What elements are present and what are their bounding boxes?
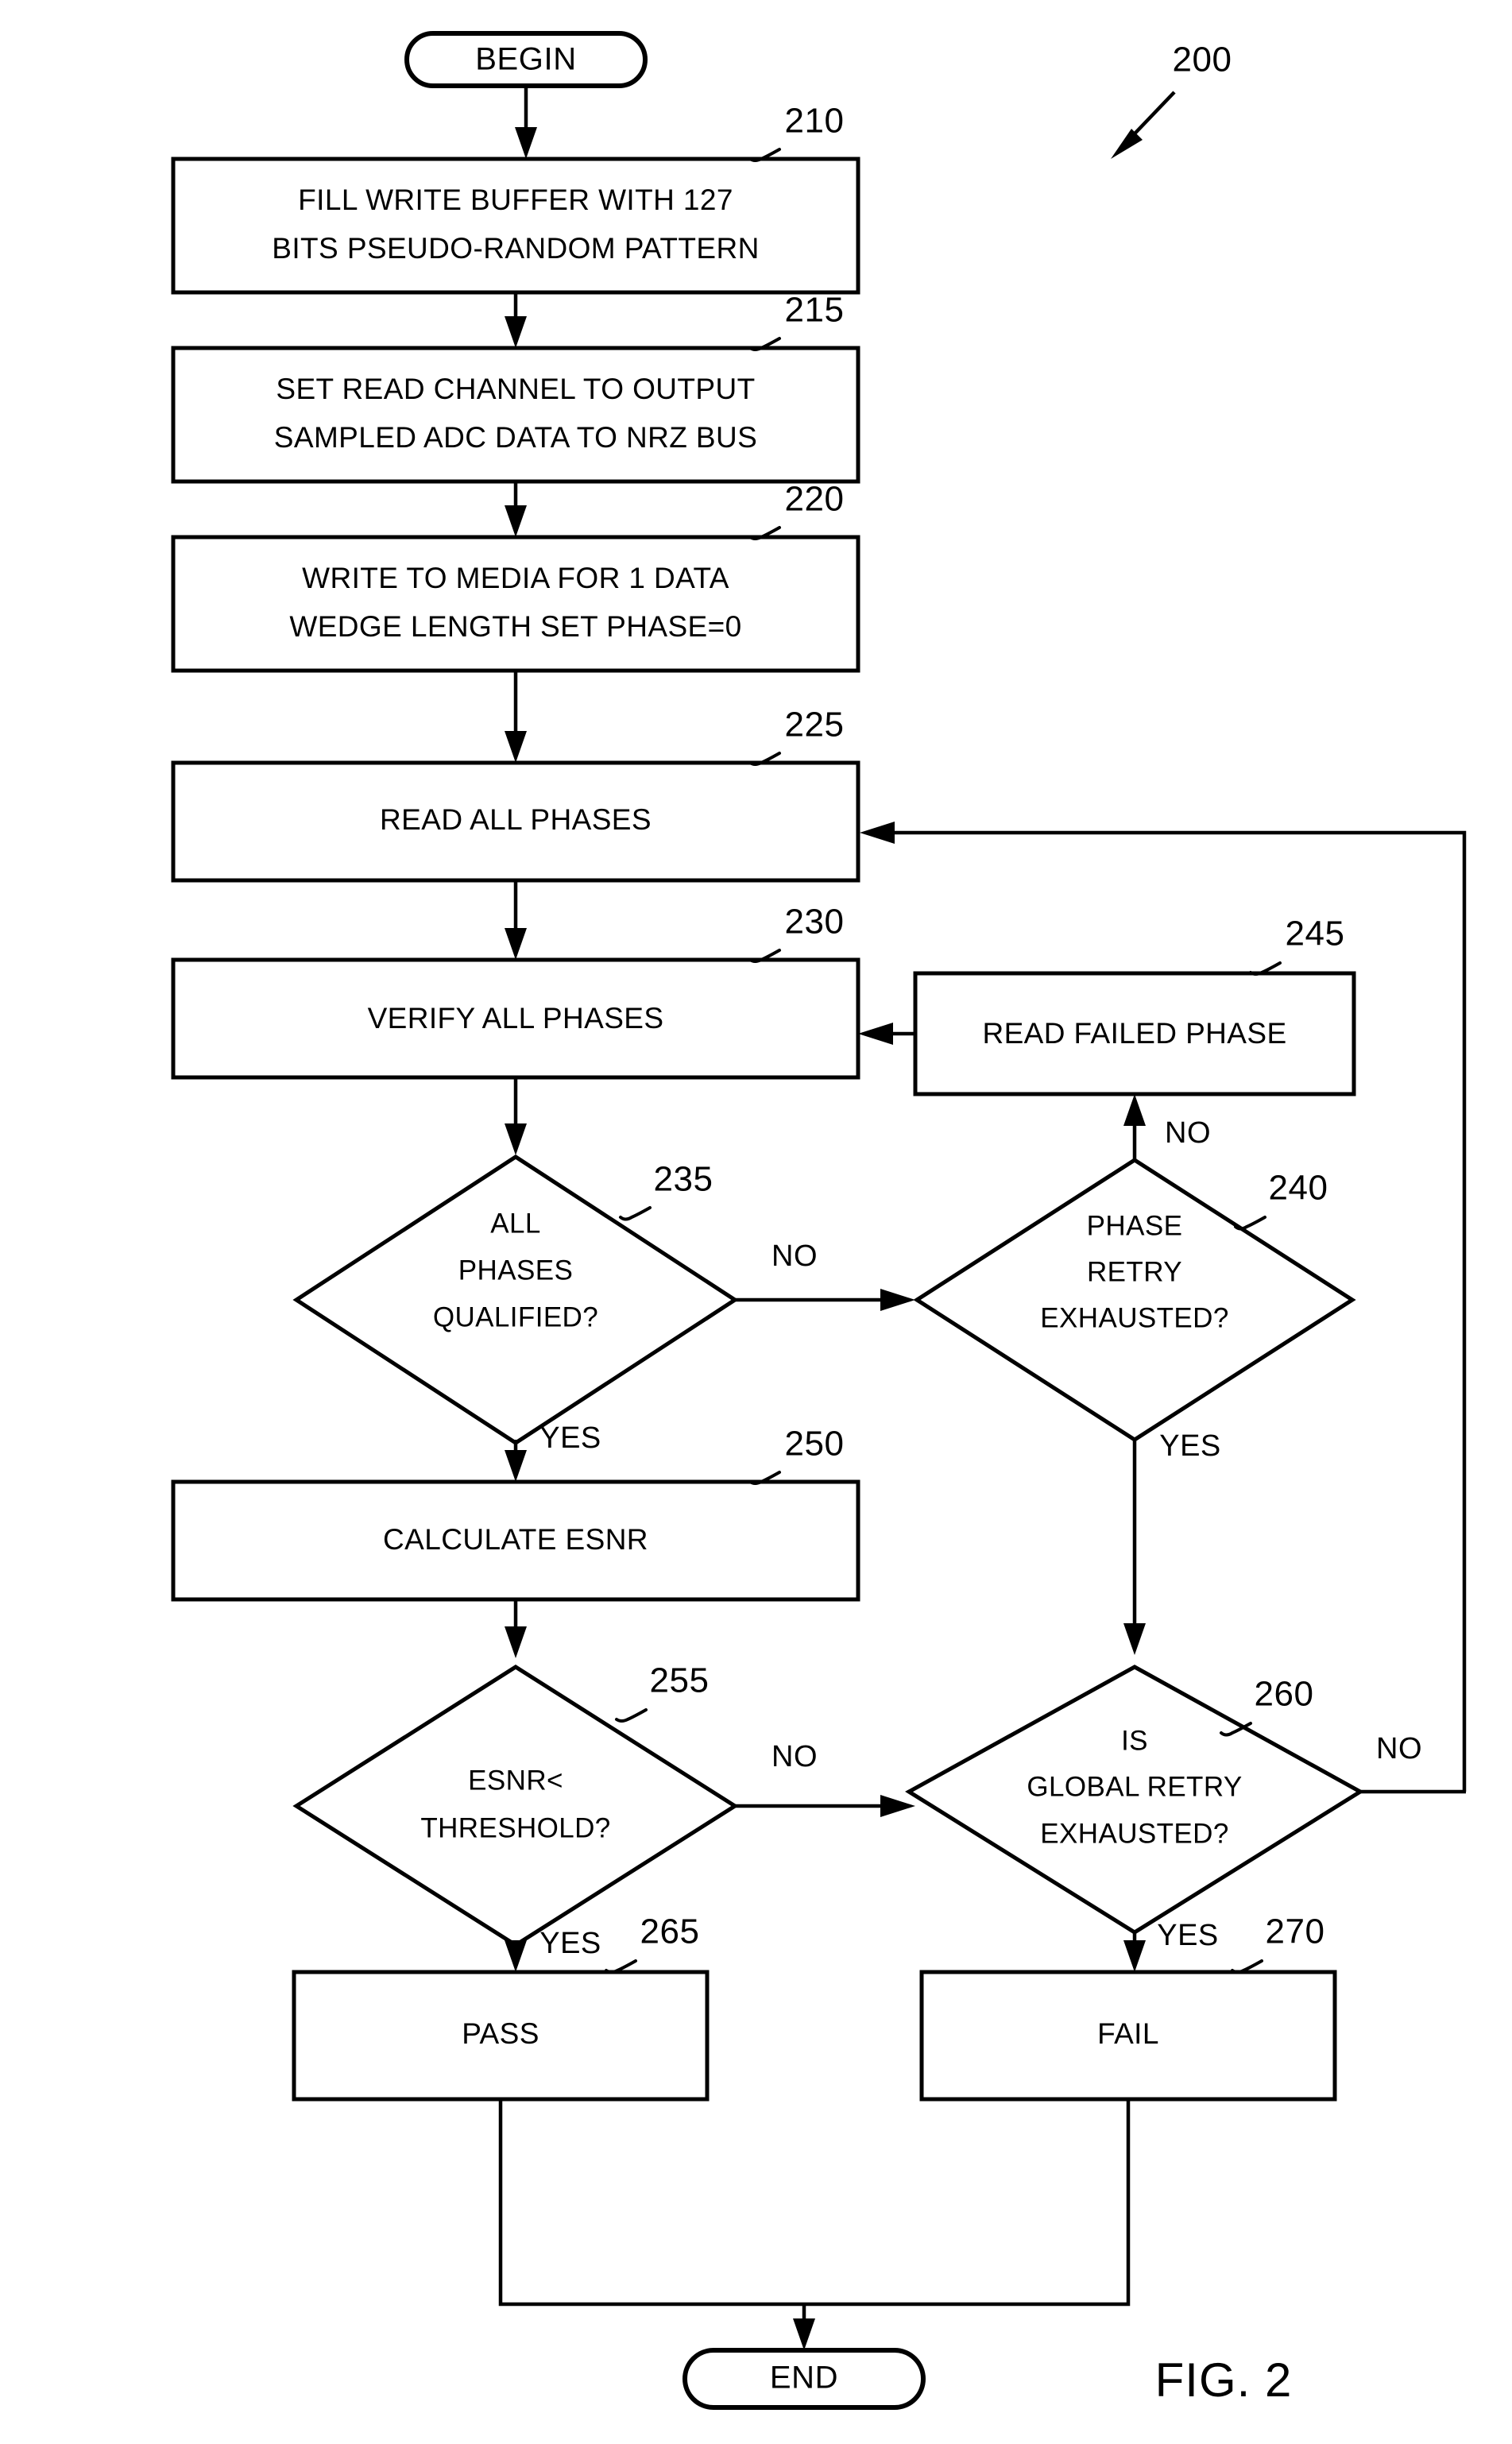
edge-label-255-yes: YES (539, 1927, 601, 1960)
process-box-220-shape (171, 535, 860, 673)
process-box-210: FILL WRITE BUFFER WITH 127 BITS PSEUDO-R… (171, 157, 860, 295)
terminal-end-label: END (770, 2361, 838, 2396)
process-box-245-line1: READ FAILED PHASE (982, 1017, 1286, 1050)
edge-label-240-no: NO (1165, 1116, 1211, 1150)
ref-callout-265-label: 265 (640, 1912, 700, 1951)
process-box-270-line1: FAIL (1097, 2017, 1159, 2050)
process-box-210-line2: BITS PSEUDO-RANDOM PATTERN (272, 232, 759, 265)
process-box-210-line1: FILL WRITE BUFFER WITH 127 (298, 184, 733, 216)
terminal-begin: BEGIN (404, 31, 648, 88)
ref-callout-215-label: 215 (785, 291, 845, 330)
ref-callout-260-label: 260 (1255, 1675, 1314, 1714)
ref-callout-225-label: 225 (785, 706, 845, 744)
decision-diamond-235-line1: ALL (490, 1208, 540, 1239)
process-box-215-line2: SAMPLED ADC DATA TO NRZ BUS (274, 421, 757, 454)
decision-diamond-235-line3: QUALIFIED? (433, 1301, 598, 1332)
decision-diamond-260-line1: IS (1121, 1725, 1148, 1756)
edge-label-235-yes: YES (539, 1421, 601, 1455)
decision-diamond-260-line2: GLOBAL RETRY (1027, 1771, 1242, 1802)
process-box-225: READ ALL PHASES (171, 760, 860, 883)
decision-diamond-260-line3: EXHAUSTED? (1040, 1818, 1228, 1849)
process-box-230: VERIFY ALL PHASES (171, 957, 860, 1080)
figure-caption: FIG. 2 (1155, 2353, 1293, 2407)
decision-diamond-235-line2: PHASES (458, 1255, 573, 1286)
process-box-215-shape (171, 346, 860, 484)
decision-diamond-240-line2: RETRY (1087, 1256, 1182, 1287)
ref-callout-230-label: 230 (785, 903, 845, 942)
edge-label-260-yes: YES (1157, 1919, 1219, 1952)
process-box-245: READ FAILED PHASE (913, 971, 1356, 1096)
decision-diamond-240-line1: PHASE (1087, 1210, 1183, 1241)
process-box-215: SET READ CHANNEL TO OUTPUT SAMPLED ADC D… (171, 346, 860, 484)
ref-callout-210-label: 210 (785, 102, 845, 141)
process-box-210-shape (171, 157, 860, 295)
process-box-250: CALCULATE ESNR (171, 1479, 860, 1602)
edge-label-255-no: NO (771, 1740, 818, 1773)
figure-ref-200-label: 200 (1173, 41, 1232, 79)
process-box-220-line1: WRITE TO MEDIA FOR 1 DATA (302, 562, 729, 594)
process-box-265-line1: PASS (462, 2017, 539, 2050)
ref-callout-240-label: 240 (1269, 1169, 1328, 1208)
edge-label-260-no: NO (1376, 1732, 1422, 1765)
edge-label-240-yes: YES (1159, 1429, 1221, 1463)
ref-callout-255-label: 255 (650, 1661, 710, 1700)
decision-diamond-255-line1: ESNR< (468, 1765, 563, 1796)
ref-callout-220-label: 220 (785, 480, 845, 519)
process-box-250-line1: CALCULATE ESNR (383, 1523, 648, 1556)
flowchart-figure: 200 BEGIN FILL WRITE BUFFER WITH 127 BIT… (0, 0, 1512, 2444)
ref-callout-250-label: 250 (785, 1425, 845, 1464)
ref-callout-270-label: 270 (1266, 1912, 1325, 1951)
process-box-230-line1: VERIFY ALL PHASES (368, 1002, 664, 1034)
process-box-265: PASS (292, 1970, 710, 2102)
ref-callout-235-label: 235 (654, 1160, 713, 1199)
decision-diamond-240-line3: EXHAUSTED? (1040, 1302, 1228, 1333)
process-box-220: WRITE TO MEDIA FOR 1 DATA WEDGE LENGTH S… (171, 535, 860, 673)
terminal-end: END (683, 2348, 926, 2410)
process-box-225-line1: READ ALL PHASES (380, 803, 652, 836)
decision-diamond-255-line2: THRESHOLD? (420, 1812, 610, 1843)
process-box-270: FAIL (919, 1970, 1337, 2102)
ref-callout-245-label: 245 (1286, 915, 1345, 953)
terminal-begin-label: BEGIN (475, 42, 576, 77)
process-box-220-line2: WEDGE LENGTH SET PHASE=0 (289, 610, 741, 643)
edge-label-235-no: NO (771, 1239, 818, 1273)
process-box-215-line1: SET READ CHANNEL TO OUTPUT (276, 373, 755, 405)
